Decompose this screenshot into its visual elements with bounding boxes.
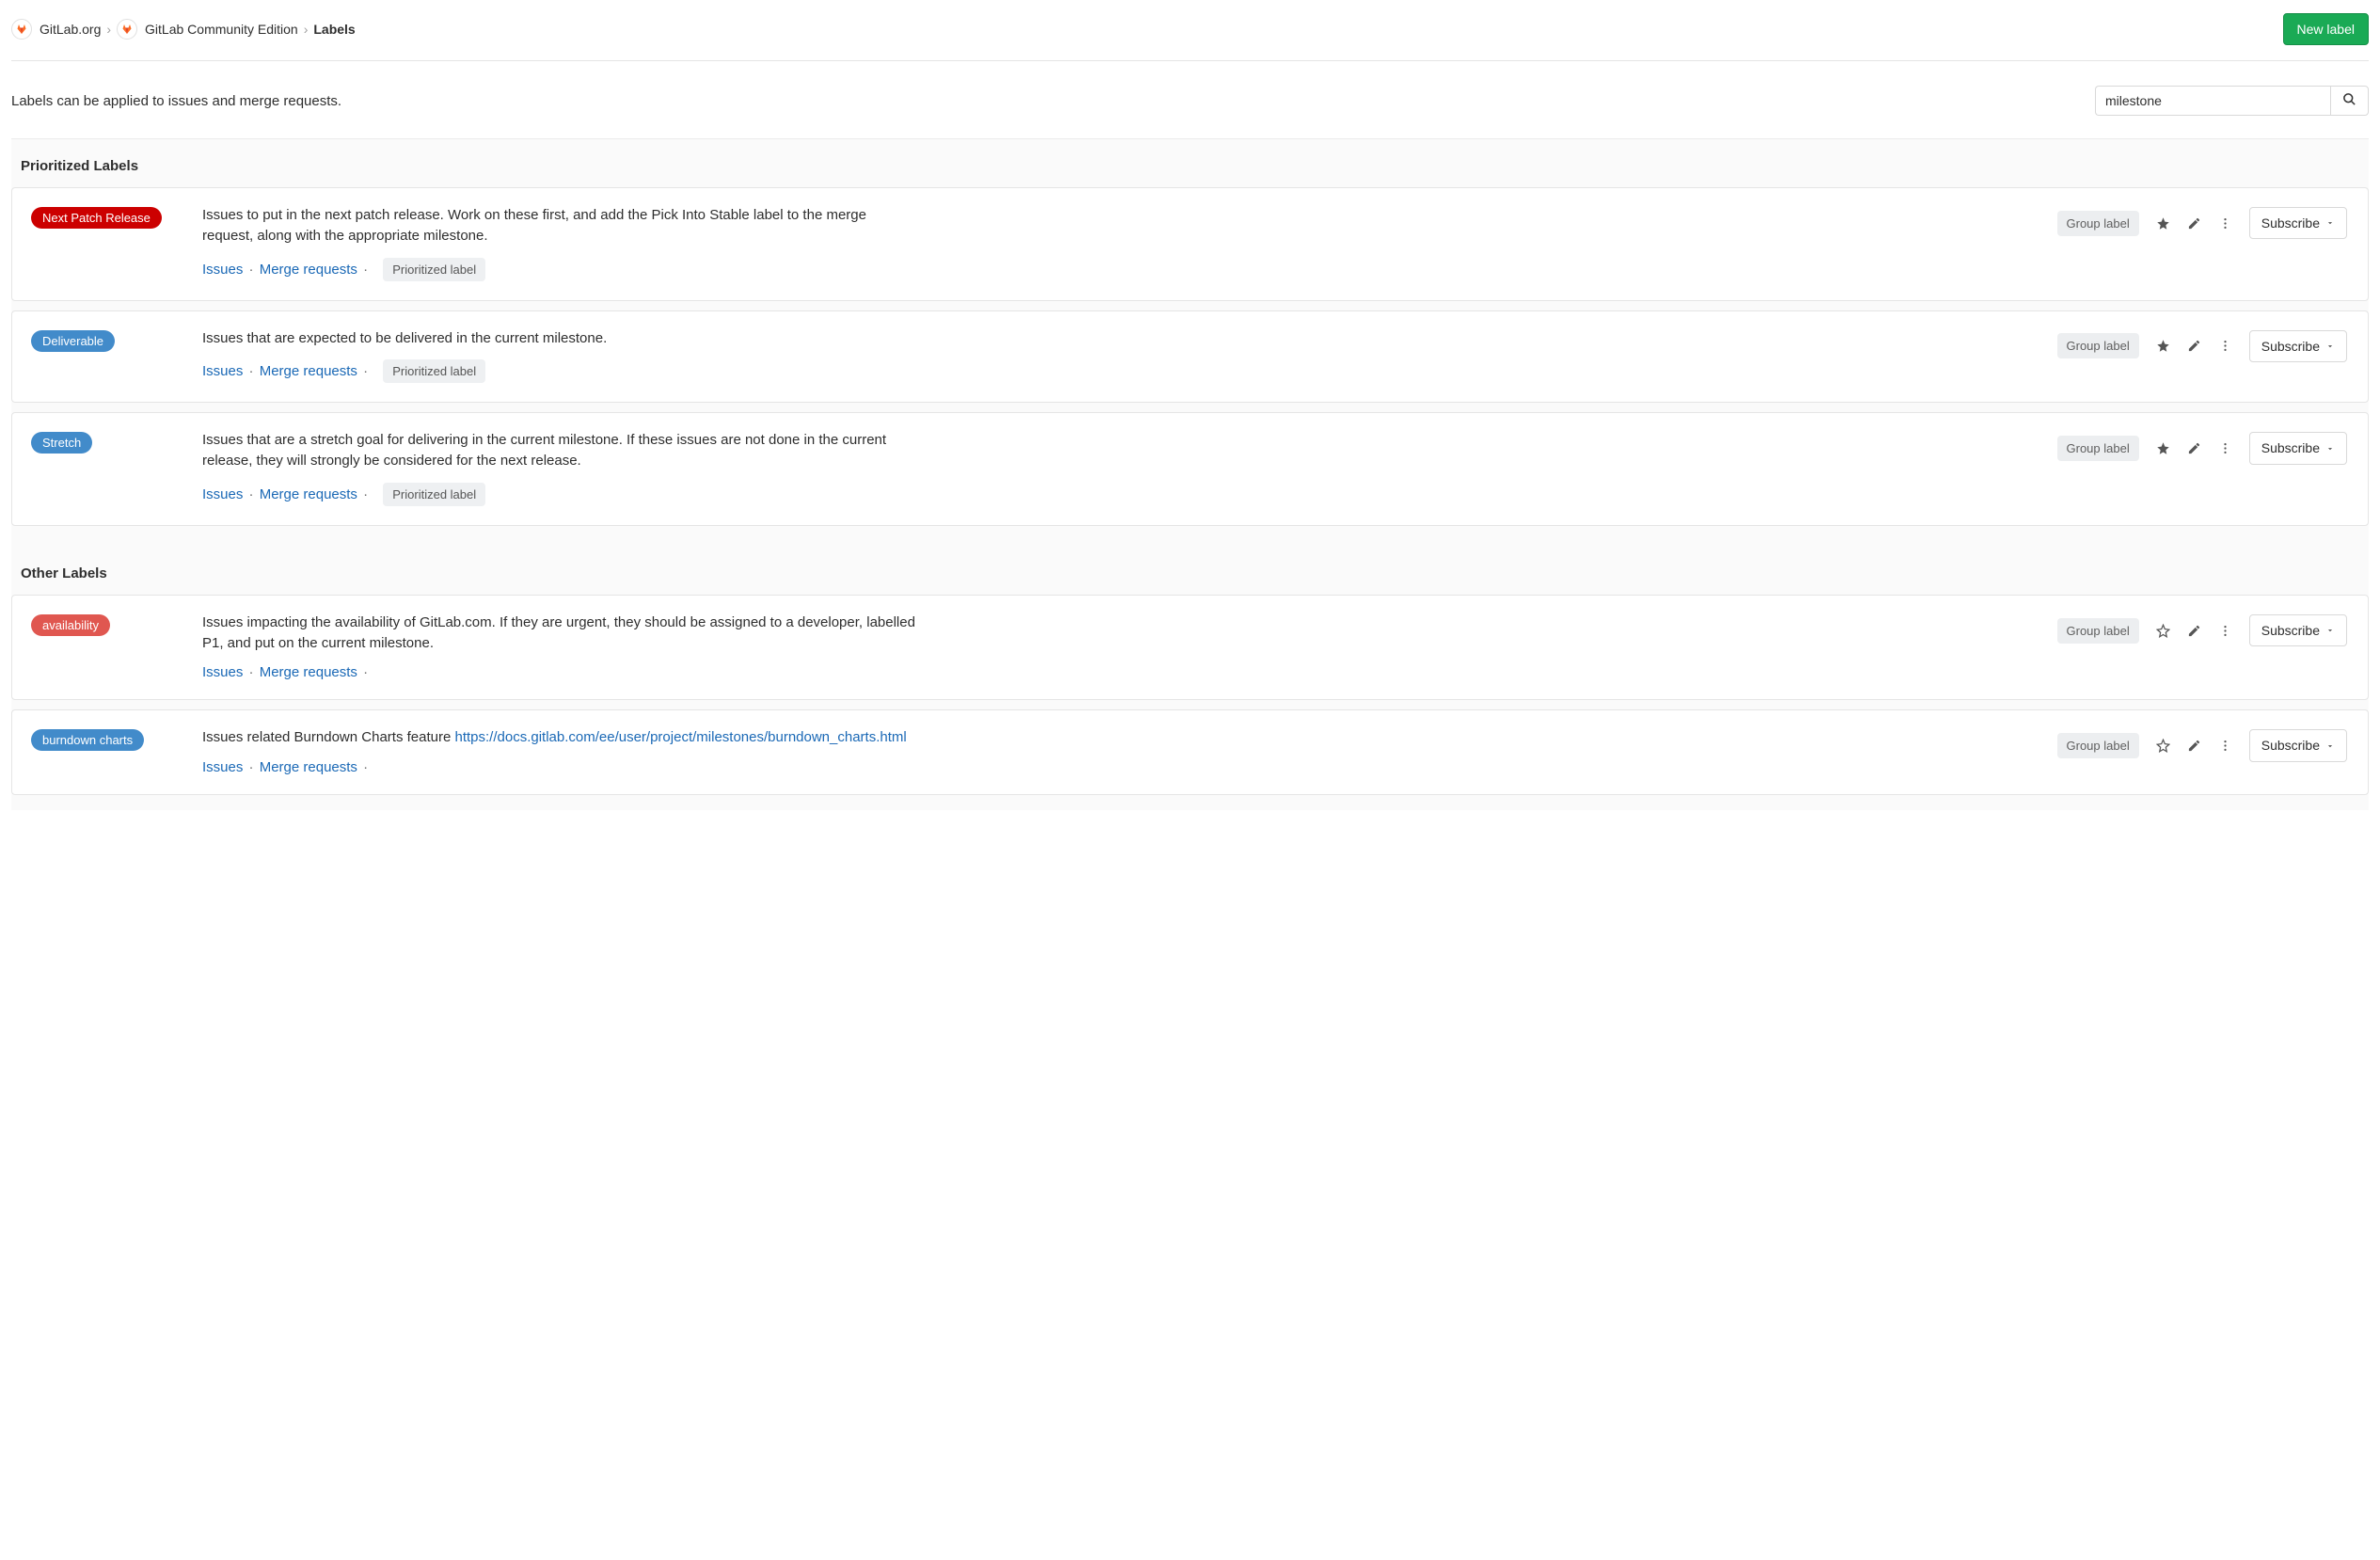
label-links: Issues · Merge requests ·: [202, 664, 2037, 680]
subscribe-button[interactable]: Subscribe: [2249, 614, 2347, 646]
prioritized-title: Prioritized Labels: [11, 158, 2369, 187]
label-description: Issues that are expected to be delivered…: [202, 328, 917, 349]
pencil-icon[interactable]: [2187, 339, 2201, 353]
search-input[interactable]: [2095, 86, 2330, 116]
other-section: Other Labels availability Issues impacti…: [11, 541, 2369, 810]
prioritized-chip: Prioritized label: [383, 258, 485, 281]
subscribe-button[interactable]: Subscribe: [2249, 432, 2347, 464]
issues-link[interactable]: Issues: [202, 363, 243, 379]
label-description-link[interactable]: https://docs.gitlab.com/ee/user/project/…: [454, 729, 906, 745]
pencil-icon[interactable]: [2187, 739, 2201, 753]
label-card: Deliverable Issues that are expected to …: [11, 310, 2369, 404]
prioritized-chip: Prioritized label: [383, 359, 485, 383]
prioritized-chip: Prioritized label: [383, 483, 485, 506]
breadcrumb-current: Labels: [313, 22, 355, 37]
star-icon[interactable]: [2156, 339, 2170, 353]
subscribe-button[interactable]: Subscribe: [2249, 729, 2347, 761]
label-pill[interactable]: burndown charts: [31, 729, 144, 751]
label-description: Issues related Burndown Charts feature h…: [202, 727, 917, 748]
group-label-badge: Group label: [2057, 618, 2139, 644]
group-label-badge: Group label: [2057, 211, 2139, 236]
merge-requests-link[interactable]: Merge requests: [260, 262, 357, 278]
label-actions: Group label Subscribe: [2057, 613, 2347, 646]
merge-requests-link[interactable]: Merge requests: [260, 759, 357, 775]
label-card: Next Patch Release Issues to put in the …: [11, 187, 2369, 301]
subscribe-button[interactable]: Subscribe: [2249, 330, 2347, 362]
breadcrumb-project[interactable]: GitLab Community Edition: [145, 22, 298, 37]
prioritized-section: Prioritized Labels Next Patch Release Is…: [11, 139, 2369, 541]
star-icon[interactable]: [2156, 624, 2170, 638]
group-label-badge: Group label: [2057, 733, 2139, 758]
search-wrap: [2095, 86, 2369, 116]
group-label-badge: Group label: [2057, 436, 2139, 461]
chevron-right-icon: ›: [304, 22, 309, 37]
label-pill[interactable]: Stretch: [31, 432, 92, 454]
merge-requests-link[interactable]: Merge requests: [260, 363, 357, 379]
kebab-icon[interactable]: [2218, 339, 2232, 353]
pencil-icon[interactable]: [2187, 441, 2201, 455]
label-links: Issues · Merge requests · Prioritized la…: [202, 359, 2037, 383]
label-card: Stretch Issues that are a stretch goal f…: [11, 412, 2369, 526]
label-card: availability Issues impacting the availa…: [11, 595, 2369, 701]
chevron-right-icon: ›: [106, 22, 111, 37]
issues-link[interactable]: Issues: [202, 262, 243, 278]
breadcrumb-org[interactable]: GitLab.org: [40, 22, 101, 37]
intro-row: Labels can be applied to issues and merg…: [11, 61, 2369, 139]
label-pill[interactable]: Next Patch Release: [31, 207, 162, 229]
gitlab-logo-icon: [11, 19, 32, 40]
label-description: Issues to put in the next patch release.…: [202, 205, 917, 247]
kebab-icon[interactable]: [2218, 441, 2232, 455]
label-pill[interactable]: Deliverable: [31, 330, 115, 352]
star-icon[interactable]: [2156, 441, 2170, 455]
issues-link[interactable]: Issues: [202, 486, 243, 502]
label-description: Issues that are a stretch goal for deliv…: [202, 430, 917, 471]
search-icon: [2342, 92, 2356, 109]
intro-text: Labels can be applied to issues and merg…: [11, 93, 341, 109]
search-button[interactable]: [2330, 86, 2369, 116]
breadcrumb: GitLab.org › GitLab Community Edition › …: [11, 19, 356, 40]
label-links: Issues · Merge requests · Prioritized la…: [202, 483, 2037, 506]
kebab-icon[interactable]: [2218, 739, 2232, 753]
label-links: Issues · Merge requests · Prioritized la…: [202, 258, 2037, 281]
label-links: Issues · Merge requests ·: [202, 759, 2037, 775]
kebab-icon[interactable]: [2218, 216, 2232, 231]
subscribe-button[interactable]: Subscribe: [2249, 207, 2347, 239]
label-actions: Group label Subscribe: [2057, 430, 2347, 464]
gitlab-logo-icon: [117, 19, 137, 40]
label-actions: Group label Subscribe: [2057, 727, 2347, 761]
label-card: burndown charts Issues related Burndown …: [11, 709, 2369, 795]
label-actions: Group label Subscribe: [2057, 328, 2347, 362]
other-title: Other Labels: [11, 565, 2369, 595]
merge-requests-link[interactable]: Merge requests: [260, 664, 357, 680]
pencil-icon[interactable]: [2187, 216, 2201, 231]
merge-requests-link[interactable]: Merge requests: [260, 486, 357, 502]
label-actions: Group label Subscribe: [2057, 205, 2347, 239]
label-description: Issues impacting the availability of Git…: [202, 613, 917, 654]
group-label-badge: Group label: [2057, 333, 2139, 358]
label-pill[interactable]: availability: [31, 614, 110, 636]
star-icon[interactable]: [2156, 216, 2170, 231]
pencil-icon[interactable]: [2187, 624, 2201, 638]
issues-link[interactable]: Issues: [202, 759, 243, 775]
header-row: GitLab.org › GitLab Community Edition › …: [11, 0, 2369, 61]
issues-link[interactable]: Issues: [202, 664, 243, 680]
new-label-button[interactable]: New label: [2283, 13, 2369, 45]
star-icon[interactable]: [2156, 739, 2170, 753]
kebab-icon[interactable]: [2218, 624, 2232, 638]
